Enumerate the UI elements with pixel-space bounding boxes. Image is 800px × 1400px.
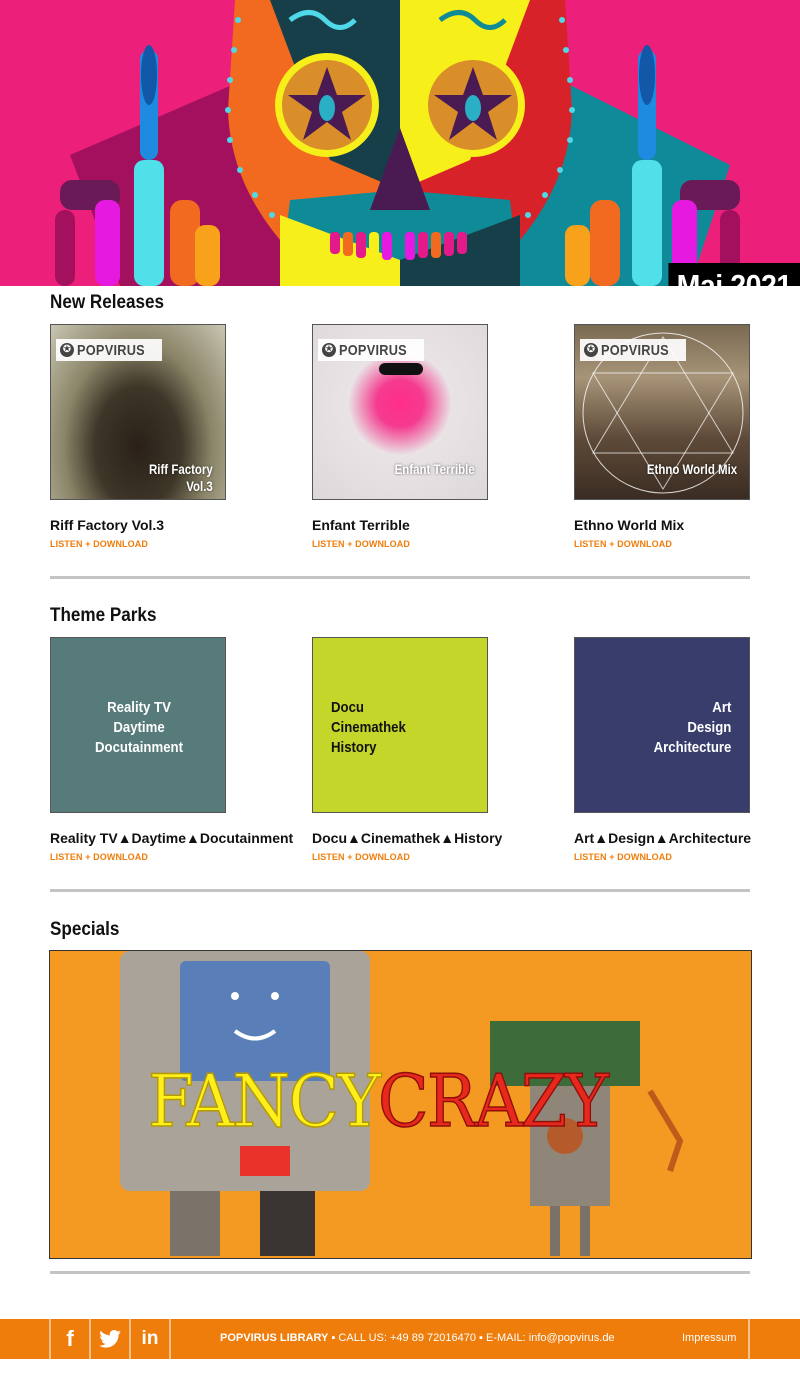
- release-title: Riff Factory Vol.3: [50, 517, 165, 533]
- email-link[interactable]: info@popvirus.de: [529, 1332, 615, 1344]
- listen-download-link[interactable]: LISTEN + DOWNLOAD: [312, 852, 410, 862]
- company-name: POPVIRUS LIBRARY: [220, 1332, 329, 1344]
- cover-label: Enfant Terrible: [394, 461, 475, 477]
- star-icon: ✪: [584, 343, 598, 357]
- theme-park-card: Reality TV Daytime Docutainment Reality TV…: [50, 637, 312, 865]
- release-card: ✪ POPVIRUS Enfant Terrible Enfant Terribl…: [312, 324, 574, 552]
- sunglasses-graphic: [379, 363, 423, 375]
- tile-label: Docu Cinemathek History: [331, 699, 406, 756]
- release-title: Enfant Terrible: [312, 517, 410, 533]
- tile-label: Art Design Architecture: [653, 699, 731, 756]
- listen-download-link[interactable]: LISTEN + DOWNLOAD: [50, 852, 148, 862]
- theme-park-card: Docu Cinemathek History Docu▲Cinemathek▲Hi…: [312, 637, 574, 865]
- hero-banner: Mai 2021: [0, 0, 800, 286]
- theme-park-title: Art▲Design▲Architecture: [574, 830, 752, 846]
- theme-park-tile-art[interactable]: Art Design Architecture: [574, 637, 750, 813]
- theme-park-title: Reality TV▲Daytime▲Docutainment: [50, 830, 294, 846]
- footer-separator: [169, 1319, 171, 1359]
- popvirus-logo: ✪ POPVIRUS: [580, 339, 686, 361]
- section-divider: [50, 889, 750, 892]
- star-icon: ✪: [322, 343, 336, 357]
- release-title: Ethno World Mix: [574, 517, 685, 533]
- new-releases-heading: New Releases: [50, 292, 165, 313]
- release-card: ✪ POPVIRUS Riff Factory Vol.3 Riff Factory…: [50, 324, 312, 552]
- footer-separator: [748, 1319, 750, 1359]
- cover-label: Ethno World Mix: [646, 461, 737, 477]
- popvirus-logo: ✪ POPVIRUS: [56, 339, 162, 361]
- linkedin-icon[interactable]: in: [131, 1319, 169, 1359]
- section-divider: [50, 576, 750, 579]
- release-card: ✪ POPVIRUS Ethno World Mix Ethno World Mi…: [574, 324, 800, 552]
- theme-park-tile-docu[interactable]: Docu Cinemathek History: [312, 637, 488, 813]
- impressum-link[interactable]: Impressum: [682, 1332, 736, 1344]
- section-divider: [50, 1271, 750, 1274]
- footer-contact-info: POPVIRUS LIBRARY ▪ CALL US: +49 89 72016…: [220, 1332, 615, 1344]
- sugar-skull-illustration: [55, 0, 740, 286]
- theme-park-card: Art Design Architecture Art▲Design▲Archite…: [574, 637, 800, 865]
- specials-banner-fancy-crazy[interactable]: FANCYCRAZY: [49, 950, 752, 1259]
- listen-download-link[interactable]: LISTEN + DOWNLOAD: [574, 539, 672, 549]
- fancy-crazy-title: FANCYCRAZY: [147, 1058, 609, 1144]
- facebook-icon[interactable]: f: [51, 1319, 89, 1359]
- specials-heading: Specials: [50, 919, 120, 940]
- theme-parks-heading: Theme Parks: [50, 605, 157, 626]
- listen-download-link[interactable]: LISTEN + DOWNLOAD: [574, 852, 672, 862]
- release-cover-enfant-terrible[interactable]: ✪ POPVIRUS Enfant Terrible: [312, 324, 488, 500]
- twitter-icon[interactable]: [91, 1319, 129, 1359]
- popvirus-logo: ✪ POPVIRUS: [318, 339, 424, 361]
- theme-park-tile-reality-tv[interactable]: Reality TV Daytime Docutainment: [50, 637, 226, 813]
- release-cover-ethno-world-mix[interactable]: ✪ POPVIRUS Ethno World Mix: [574, 324, 750, 500]
- footer-bar: f in POPVIRUS LIBRARY ▪ CALL US: +49 89 …: [0, 1319, 800, 1359]
- release-cover-riff-factory[interactable]: ✪ POPVIRUS Riff Factory Vol.3: [50, 324, 226, 500]
- issue-date-badge: Mai 2021: [668, 263, 800, 286]
- phone-number[interactable]: +49 89 72016470: [390, 1332, 476, 1344]
- listen-download-link[interactable]: LISTEN + DOWNLOAD: [50, 539, 148, 549]
- cover-label: Riff Factory Vol.3: [149, 461, 213, 494]
- theme-park-title: Docu▲Cinemathek▲History: [312, 830, 503, 846]
- listen-download-link[interactable]: LISTEN + DOWNLOAD: [312, 539, 410, 549]
- tile-label: Reality TV Daytime Docutainment: [94, 699, 183, 756]
- star-icon: ✪: [60, 343, 74, 357]
